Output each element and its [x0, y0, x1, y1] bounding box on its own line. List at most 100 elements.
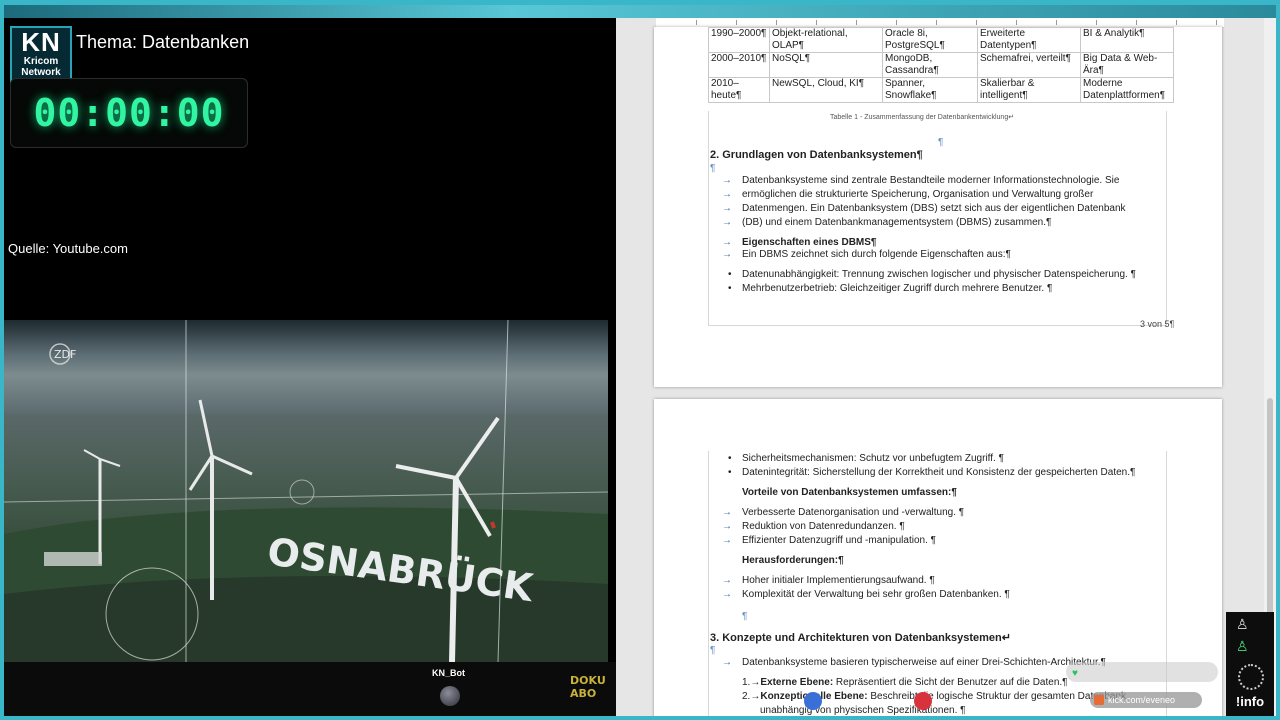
section-3-paragraph: Datenbanksysteme basieren typischerweise…	[742, 657, 1106, 668]
tab-arrow-icon: →	[722, 189, 732, 200]
list-item: Mehrbenutzerbetrieb: Gleichzeitiger Zugr…	[742, 283, 1053, 294]
source-label: Quelle: Youtube.com	[8, 241, 128, 256]
tab-arrow-icon: →	[722, 575, 732, 586]
tab-arrow-icon: →	[722, 535, 732, 546]
kick-url-chip: kick.com/eveneo	[1090, 692, 1202, 708]
paragraph-mark: ¶	[710, 645, 716, 656]
info-command: !info	[1235, 694, 1265, 709]
table-cell: 1990–2000¶	[708, 27, 770, 53]
section-2-heading: 2. Grundlagen von Datenbanksystemen¶	[710, 149, 923, 161]
herausforderungen-heading: Herausforderungen:¶	[742, 555, 844, 566]
overlay-progress-bar	[1066, 662, 1218, 682]
numbered-item-term: Externe Ebene:	[760, 677, 834, 688]
tab-arrow-icon: →	[722, 175, 732, 186]
tab-arrow-icon: →	[722, 657, 732, 668]
table-row: 2000–2010¶ NoSQL¶ MongoDB, Cassandra¶ Sc…	[708, 52, 1174, 78]
video-frame-aerial-windturbines: OSNABRÜCK ZDF	[4, 264, 608, 662]
paragraph-line: (DB) und einem Datenbankmanagementsystem…	[742, 217, 1052, 228]
table-row: 1990–2000¶ Objekt-relational, OLAP¶ Orac…	[708, 27, 1174, 53]
table-cell: BI & Analytik¶	[1080, 27, 1174, 53]
table-cell: NoSQL¶	[769, 52, 883, 78]
red-alert-dot	[914, 692, 932, 710]
table-cell: 2000–2010¶	[708, 52, 770, 78]
document-editor[interactable]: 1990–2000¶ Objekt-relational, OLAP¶ Orac…	[616, 18, 1264, 716]
table-cell: Skalierbar & intelligent¶	[977, 77, 1081, 103]
numbered-item: 2.→Konzeptionelle Ebene: Beschreibt die …	[742, 691, 1129, 702]
viewer-icon: ♙	[1236, 616, 1249, 632]
heart-icon: ♥	[1072, 668, 1078, 679]
table-cell: MongoDB, Cassandra¶	[882, 52, 978, 78]
section-3-heading: 3. Konzepte und Architekturen von Datenb…	[710, 632, 1011, 644]
paragraph-mark: ¶	[742, 611, 748, 622]
numbered-item-continuation: unabhängig von physischen Spezifikatione…	[760, 705, 966, 716]
dbms-heading: Eigenschaften eines DBMS¶	[742, 237, 877, 248]
table-cell: Schemafrei, verteilt¶	[977, 52, 1081, 78]
table-cell: Erweiterte Datentypen¶	[977, 27, 1081, 53]
stream-timer: 00:00:00	[10, 78, 248, 148]
paragraph-mark: ¶	[710, 163, 716, 174]
table-cell: 2010–heute¶	[708, 77, 770, 103]
tab-arrow-icon: →	[722, 203, 732, 214]
video-player[interactable]: OSNABRÜCK ZDF	[4, 264, 608, 662]
doku-abo-badge: DOKU ABO	[570, 674, 606, 700]
list-item: Komplexität der Verwaltung bei sehr groß…	[742, 589, 1010, 600]
abo-label: ABO	[570, 687, 597, 700]
video-brand-watermark: ZDF	[54, 348, 76, 361]
chat-bot-name: KN_Bot	[432, 668, 465, 678]
numbered-item: 1.→Externe Ebene: Repräsentiert die Sich…	[742, 677, 1068, 688]
logo-line1: Kricom	[23, 56, 59, 67]
kick-url-text: kick.com/eveneo	[1108, 695, 1176, 705]
dbms-intro: Ein DBMS zeichnet sich durch folgende Ei…	[742, 249, 1011, 260]
stream-panel: KN Kricom Network Thema: Datenbanken 00:…	[4, 18, 616, 716]
stream-top-bar	[0, 0, 1280, 18]
list-item: Hoher initialer Implementierungsaufwand.…	[742, 575, 935, 586]
list-item: Verbesserte Datenorganisation und -verwa…	[742, 507, 965, 518]
table-cell: Spanner, Snowflake¶	[882, 77, 978, 103]
scrollbar-thumb[interactable]	[1267, 398, 1273, 618]
bullet-icon: •	[728, 453, 732, 464]
list-item: Effizienter Datenzugriff und -manipulati…	[742, 535, 936, 546]
logo-initials: KN	[21, 27, 61, 57]
stream-topic-title: Thema: Datenbanken	[76, 32, 250, 52]
paragraph-line: ermöglichen die strukturierte Speicherun…	[742, 189, 1094, 200]
tab-arrow-icon: →	[722, 237, 732, 248]
logo-line2: Network	[21, 67, 61, 78]
blue-alert-dot	[804, 692, 822, 710]
tab-arrow-icon: →	[722, 249, 732, 260]
bot-avatar	[440, 686, 460, 706]
sparkle-icon	[1238, 664, 1264, 690]
table-cell: Oracle 8i, PostgreSQL¶	[882, 27, 978, 53]
numbered-item-number: 1.→	[742, 677, 761, 688]
table-cell: Big Data & Web-Ära¶	[1080, 52, 1174, 78]
history-table: 1990–2000¶ Objekt-relational, OLAP¶ Orac…	[708, 27, 1174, 103]
stream-side-widget: ♙ ♙ !info	[1226, 612, 1274, 716]
list-item: Sicherheitsmechanismen: Schutz vor unbef…	[742, 453, 1004, 464]
bullet-icon: •	[728, 269, 732, 280]
page-number: 3 von 5¶	[1140, 319, 1175, 329]
doku-label: DOKU	[570, 674, 606, 687]
vorteile-heading: Vorteile von Datenbanksystemen umfassen:…	[742, 487, 957, 498]
tab-arrow-icon: →	[722, 507, 732, 518]
table-row: 2010–heute¶ NewSQL, Cloud, KI¶ Spanner, …	[708, 77, 1174, 103]
bullet-icon: •	[728, 467, 732, 478]
tab-arrow-icon: →	[722, 521, 732, 532]
table-cell: Moderne Datenplattformen¶	[1080, 77, 1174, 103]
list-item: Reduktion von Datenredundanzen. ¶	[742, 521, 905, 532]
document-page-3[interactable]: 1990–2000¶ Objekt-relational, OLAP¶ Orac…	[654, 27, 1222, 387]
table-cell: NewSQL, Cloud, KI¶	[769, 77, 883, 103]
tab-arrow-icon: →	[722, 589, 732, 600]
paragraph-line: Datenmengen. Ein Datenbanksystem (DBS) s…	[742, 203, 1126, 214]
list-item: Datenunabhängigkeit: Trennung zwischen l…	[742, 269, 1136, 280]
stream-bottom-strip	[4, 662, 616, 716]
numbered-item-text: Repräsentiert die Sicht der Benutzer auf…	[833, 677, 1068, 688]
numbered-item-number: 2.→	[742, 691, 761, 702]
follower-icon: ♙	[1236, 638, 1249, 654]
list-item: Datenintegrität: Sicherstellung der Korr…	[742, 467, 1136, 478]
table-cell: Objekt-relational, OLAP¶	[769, 27, 883, 53]
paragraph-line: Datenbanksysteme sind zentrale Bestandte…	[742, 175, 1120, 186]
table-caption: Tabelle 1 - Zusammenfassung der Datenban…	[830, 114, 1015, 121]
paragraph-mark: ¶	[938, 137, 944, 148]
bullet-icon: •	[728, 283, 732, 294]
tab-arrow-icon: →	[722, 217, 732, 228]
kick-icon	[1094, 695, 1104, 705]
